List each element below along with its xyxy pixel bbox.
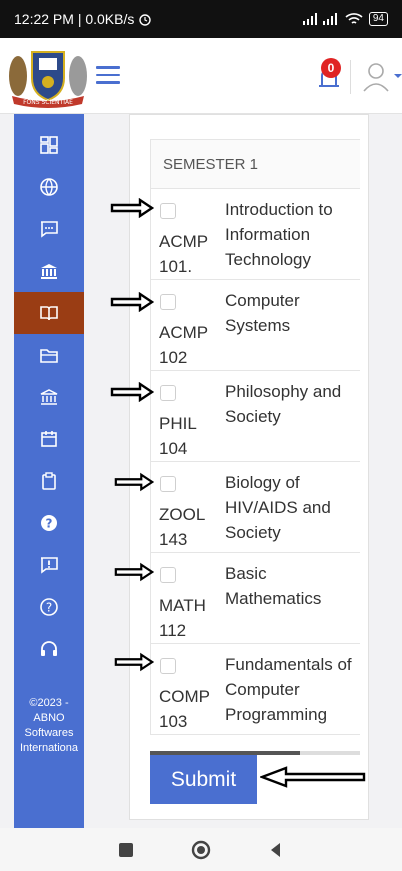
sidebar-item-files[interactable] [14,334,84,376]
course-checkbox[interactable] [160,658,176,674]
sidebar-item-clipboard[interactable] [14,460,84,502]
sidebar-item-globe[interactable] [14,166,84,208]
dashboard-icon [40,136,58,154]
annotation-arrow-icon [114,562,154,582]
course-code: MATH 112 [159,596,206,640]
course-title: Philosophy and Society [225,382,342,426]
course-title: Fundamentals of Computer Programming [225,655,352,724]
course-title: Biology of HIV/AIDS and Society [225,473,331,542]
headset-icon [41,641,57,656]
recents-icon[interactable] [118,842,134,858]
table-row: ACMP 101. Introduction to Information Te… [151,189,360,280]
notifications-button[interactable]: 0 [315,58,343,92]
table-row: COMP 103 Fundamentals of Computer Progra… [151,644,360,735]
folder-icon [40,349,58,363]
wifi-icon [345,13,363,24]
table-row: PHIL 104 Philosophy and Society [151,371,360,462]
home-icon[interactable] [190,839,212,861]
university-logo[interactable]: FONS SCIENTIAE [6,44,90,108]
sidebar-copyright: ©2023 - ABNO Softwares Internationa [19,697,79,754]
course-title: Basic Mathematics [225,564,322,608]
sidebar-item-finance[interactable] [14,250,84,292]
globe-icon [40,178,58,196]
course-title: Introduction to Information Technology [225,200,333,269]
annotation-arrow-icon [114,472,154,492]
institution-icon [40,389,58,405]
svg-text:?: ? [46,517,53,531]
annotation-arrow-icon [110,382,154,402]
sidebar-item-dashboard[interactable] [14,124,84,166]
user-menu-button[interactable] [362,60,402,94]
svg-text:?: ? [46,601,52,615]
notification-badge: 0 [321,58,341,78]
help-outline-icon: ? [40,598,58,616]
annotation-arrow-icon [110,198,154,218]
top-navbar: FONS SCIENTIAE 0 [0,38,402,114]
course-checkbox[interactable] [160,385,176,401]
table-row: ACMP 102 Computer Systems [151,280,360,371]
course-code: ZOOL 143 [159,505,205,549]
book-open-icon [40,306,58,321]
course-checkbox[interactable] [160,294,176,310]
course-table: SEMESTER 1 ACMP 101. Introduction to Inf… [150,139,360,735]
status-time: 12:22 PM | 0.0KB/s [14,11,135,27]
annotation-arrow-icon [260,766,366,788]
sidebar-item-faq[interactable]: ? [14,586,84,628]
table-row: MATH 112 Basic Mathematics [151,553,360,644]
header-divider [350,60,351,94]
course-registration-card: SEMESTER 1 ACMP 101. Introduction to Inf… [129,114,369,820]
semester-header: SEMESTER 1 [151,139,360,189]
course-code: PHIL 104 [159,414,197,458]
report-icon [41,557,58,574]
back-icon[interactable] [268,842,284,858]
sidebar-item-help[interactable]: ? [14,502,84,544]
battery-indicator: 94 [368,12,388,26]
course-checkbox[interactable] [160,476,176,492]
course-checkbox[interactable] [160,567,176,583]
course-checkbox[interactable] [160,203,176,219]
menu-toggle-icon[interactable] [96,66,120,86]
annotation-arrow-icon [114,652,154,672]
annotation-arrow-icon [110,292,154,312]
course-title: Computer Systems [225,291,300,335]
table-row: ZOOL 143 Biology of HIV/AIDS and Society [151,462,360,553]
clipboard-icon [42,472,56,490]
status-bar: 12:22 PM | 0.0KB/s 94 [0,0,402,38]
sidebar: ? ? ©2023 - ABNO Softwares Internationa [14,114,84,828]
signal-icon [302,13,337,25]
bank-icon [41,264,57,279]
course-code: COMP 103 [159,687,210,731]
course-code: ACMP 102 [159,323,208,367]
help-filled-icon: ? [41,515,57,531]
main-content: SEMESTER 1 ACMP 101. Introduction to Inf… [84,114,402,828]
system-navbar [0,828,402,871]
user-icon [363,63,402,92]
logo-motto: FONS SCIENTIAE [23,99,73,106]
sidebar-item-support[interactable] [14,628,84,670]
sidebar-item-calendar[interactable] [14,418,84,460]
calendar-icon [41,431,57,447]
sidebar-item-courses[interactable] [14,292,84,334]
sidebar-item-messages[interactable] [14,208,84,250]
submit-button[interactable]: Submit [150,755,257,804]
alarm-icon [139,14,152,26]
sidebar-item-institution[interactable] [14,376,84,418]
chat-icon [41,221,58,238]
sidebar-item-reports[interactable] [14,544,84,586]
course-code: ACMP 101. [159,232,208,276]
